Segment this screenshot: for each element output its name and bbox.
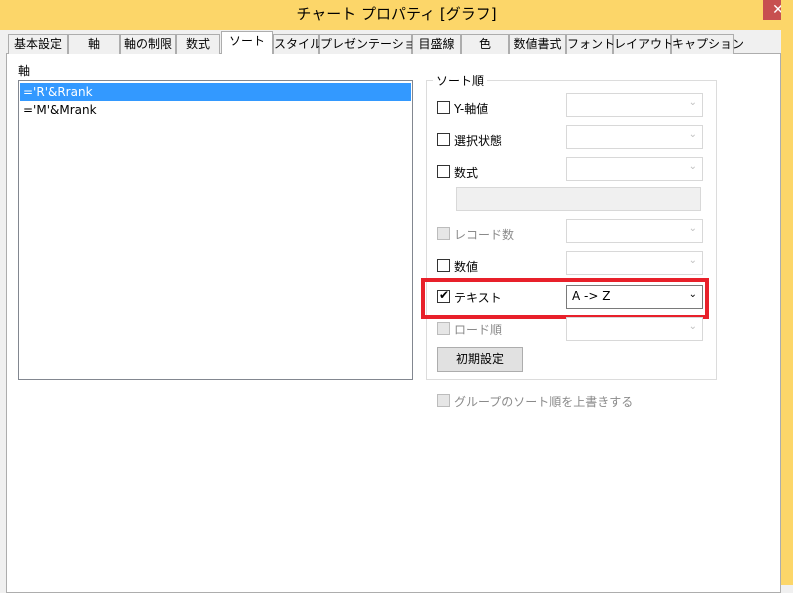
tab-gridlines[interactable]: 目盛線 — [412, 34, 461, 54]
tab-font[interactable]: フォント — [566, 34, 615, 54]
sort-option-label: ロード順 — [454, 323, 503, 337]
sort-numeric-select[interactable]: ⌄ — [566, 251, 703, 275]
axis-list-label: 軸 — [18, 64, 31, 78]
checkbox[interactable] — [437, 165, 450, 178]
tab-formula[interactable]: 数式 — [176, 34, 220, 54]
highlight-box — [421, 278, 709, 319]
sort-option-label: レコード数 — [454, 228, 515, 242]
window-frame-right — [781, 0, 793, 585]
tab-color[interactable]: 色 — [461, 34, 509, 54]
sort-formula-select[interactable]: ⌄ — [566, 157, 703, 181]
axis-list[interactable]: ='R'&Rrank ='M'&Mrank — [18, 80, 413, 380]
checkbox — [437, 322, 450, 335]
list-item[interactable]: ='R'&Rrank — [20, 83, 411, 101]
title-bar: チャート プロパティ [グラフ] ✕ — [0, 0, 793, 30]
tab-axis[interactable]: 軸 — [68, 34, 120, 54]
tab-style[interactable]: スタイル — [273, 34, 322, 54]
tab-strip: 基本設定 軸 軸の制限 数式 ソート スタイル プレゼンテーション 目盛線 色 … — [8, 31, 788, 54]
list-item[interactable]: ='M'&Mrank — [20, 101, 411, 119]
chevron-down-icon: ⌄ — [688, 255, 697, 266]
sort-order-title: ソート順 — [433, 72, 488, 89]
tab-caption[interactable]: キャプション — [671, 34, 744, 54]
window-title: チャート プロパティ [グラフ] — [296, 5, 497, 23]
sort-selection-select[interactable]: ⌄ — [566, 125, 703, 149]
chevron-down-icon: ⌄ — [688, 161, 697, 172]
override-group-sort-label: グループのソート順を上書きする — [454, 395, 634, 409]
sort-option-label: 数値 — [454, 260, 479, 274]
formula-input[interactable] — [456, 187, 701, 211]
tab-basic-settings[interactable]: 基本設定 — [8, 34, 68, 54]
sort-option-label: 選択状態 — [454, 134, 503, 148]
checkbox[interactable] — [437, 101, 450, 114]
tab-number-format[interactable]: 数値書式 — [509, 34, 566, 54]
sort-option-label: 数式 — [454, 166, 479, 180]
chevron-down-icon: ⌄ — [688, 129, 697, 140]
sort-option-label: Y-軸値 — [454, 102, 489, 116]
sort-record-count-select: ⌄ — [566, 219, 703, 243]
chevron-down-icon: ⌄ — [688, 97, 697, 108]
reset-defaults-button[interactable]: 初期設定 — [437, 347, 523, 372]
tab-sort[interactable]: ソート — [221, 31, 273, 54]
checkbox[interactable] — [437, 259, 450, 272]
tab-presentation[interactable]: プレゼンテーション — [319, 34, 428, 54]
chevron-down-icon: ⌄ — [688, 321, 697, 332]
tab-axis-limits[interactable]: 軸の制限 — [120, 34, 176, 54]
tab-layout[interactable]: レイアウト — [613, 34, 674, 54]
checkbox — [437, 394, 450, 407]
checkbox — [437, 227, 450, 240]
checkbox[interactable] — [437, 133, 450, 146]
sort-load-order-select: ⌄ — [566, 317, 703, 341]
sort-y-axis-select[interactable]: ⌄ — [566, 93, 703, 117]
chevron-down-icon: ⌄ — [688, 223, 697, 234]
